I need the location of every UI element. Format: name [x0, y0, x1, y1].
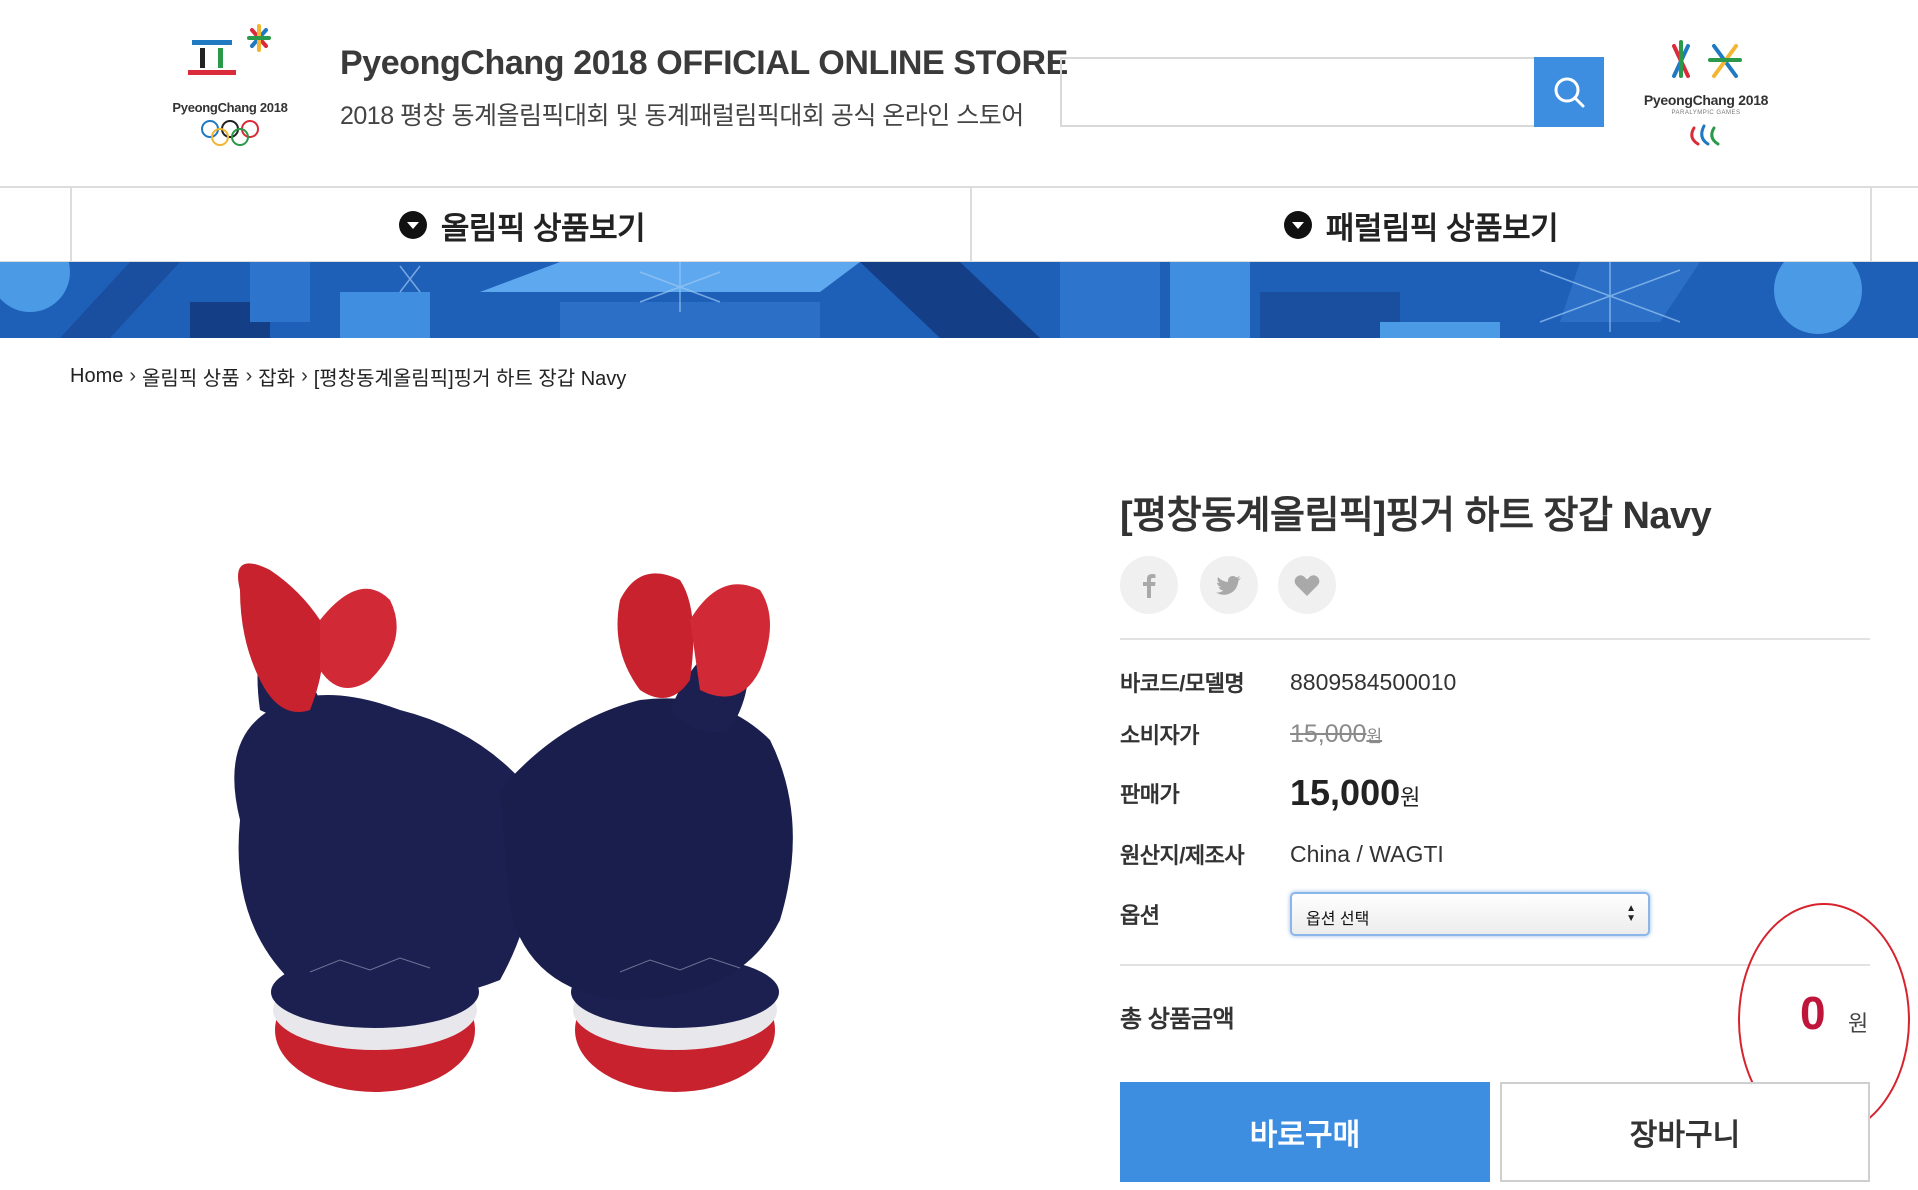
facebook-icon [1143, 574, 1156, 598]
sale-price-label: 판매가 [1120, 782, 1180, 807]
site-header: PyeongChang 2018 PyeongChang 2018 OFFICI… [0, 0, 1918, 186]
breadcrumb-olympic-products[interactable]: 올림픽 상품 [142, 362, 240, 391]
agitos-icon [1690, 124, 1720, 146]
chevron-right-icon: › [129, 365, 137, 387]
store-title: PyeongChang 2018 OFFICIAL ONLINE STORE [340, 44, 1068, 82]
gloves-image [234, 563, 793, 1092]
search-button[interactable] [1534, 57, 1604, 127]
sale-price-unit: 원 [1400, 785, 1421, 810]
search-box [1060, 57, 1604, 127]
twitter-share-button[interactable] [1200, 556, 1258, 614]
search-icon [1554, 77, 1585, 108]
olympic-logo[interactable]: PyeongChang 2018 [160, 22, 300, 152]
divider [1120, 964, 1870, 966]
chevron-right-icon: › [301, 365, 308, 387]
barcode-label: 바코드/모델명 [1120, 671, 1245, 696]
origin-row: 원산지/제조사 China / WAGTI [1120, 838, 1444, 870]
paralympic-logo-small: PARALYMPIC GAMES [1671, 110, 1741, 116]
olympic-emblem-icon [188, 24, 271, 75]
total-price-value: 0 [1800, 987, 1826, 1039]
facebook-share-button[interactable] [1120, 556, 1178, 614]
paralympic-logo[interactable]: PyeongChang 2018 PARALYMPIC GAMES [1636, 36, 1776, 156]
add-to-cart-button[interactable]: 장바구니 [1500, 1082, 1870, 1182]
search-input[interactable] [1062, 59, 1532, 125]
consumer-price-amount: 15,000 [1290, 719, 1367, 748]
option-select[interactable]: 옵션 선택 ▲ ▼ [1290, 892, 1650, 936]
chevron-right-icon: › [245, 365, 253, 387]
breadcrumb-current-product[interactable]: [평창동계올림픽]핑거 하트 장갑 Navy [314, 362, 627, 391]
twitter-icon [1216, 575, 1241, 595]
sale-price-amount: 15,000 [1290, 772, 1401, 813]
store-subtitle: 2018 평창 동계올림픽대회 및 동계패럴림픽대회 공식 온라인 스토어 [340, 102, 1024, 130]
banner-pattern-icon [0, 262, 1918, 338]
chevron-down-icon [398, 211, 427, 239]
consumer-price-value: 15,000원 [1290, 720, 1382, 749]
option-select-value: 옵션 선택 [1306, 911, 1370, 928]
tab-label: 패럴림픽 상품보기 [1325, 210, 1559, 246]
tab-olympic-products[interactable]: 올림픽 상품보기 [70, 188, 972, 262]
option-row: 옵션 [1120, 898, 1290, 930]
paralympic-logo-text: PyeongChang 2018 [1643, 92, 1769, 108]
consumer-price-unit: 원 [1366, 726, 1383, 746]
consumer-price-row: 소비자가 15,000원 [1120, 718, 1382, 750]
buy-now-button[interactable]: 바로구매 [1120, 1082, 1490, 1182]
divider [1120, 638, 1870, 640]
total-price-label: 총 상품금액 [1120, 1006, 1235, 1033]
tab-paralympic-products[interactable]: 패럴림픽 상품보기 [970, 188, 1872, 262]
breadcrumb-home[interactable]: Home [70, 365, 123, 388]
paralympic-emblem-icon [1672, 40, 1742, 78]
wishlist-button[interactable] [1278, 556, 1336, 614]
chevron-down-icon [1283, 211, 1312, 239]
olympic-rings-icon [201, 120, 259, 146]
decorative-banner [0, 262, 1918, 338]
sale-price-value: 15,000원 [1290, 772, 1420, 814]
origin-label: 원산지/제조사 [1120, 843, 1245, 868]
barcode-value: 8809584500010 [1290, 668, 1457, 695]
breadcrumb: Home › 올림픽 상품 › 잡화 › [평창동계올림픽]핑거 하트 장갑 N… [70, 362, 626, 391]
olympic-logo-text: PyeongChang 2018 [172, 100, 288, 115]
total-price-unit: 원 [1848, 1011, 1869, 1036]
sale-price-row: 판매가 15,000원 [1120, 772, 1420, 814]
product-image [200, 560, 820, 1120]
option-label: 옵션 [1120, 903, 1160, 928]
barcode-row: 바코드/모델명 8809584500010 [1120, 666, 1456, 698]
origin-value: China / WAGTI [1290, 840, 1444, 867]
breadcrumb-accessories[interactable]: 잡화 [258, 362, 295, 391]
heart-icon [1294, 575, 1320, 596]
select-arrows-icon: ▲ ▼ [1626, 903, 1636, 924]
product-title: [평창동계올림픽]핑거 하트 장갑 Navy [1120, 495, 1712, 537]
consumer-price-label: 소비자가 [1120, 723, 1199, 748]
tab-label: 올림픽 상품보기 [440, 210, 646, 246]
category-nav: 올림픽 상품보기 패럴림픽 상품보기 [0, 186, 1918, 262]
